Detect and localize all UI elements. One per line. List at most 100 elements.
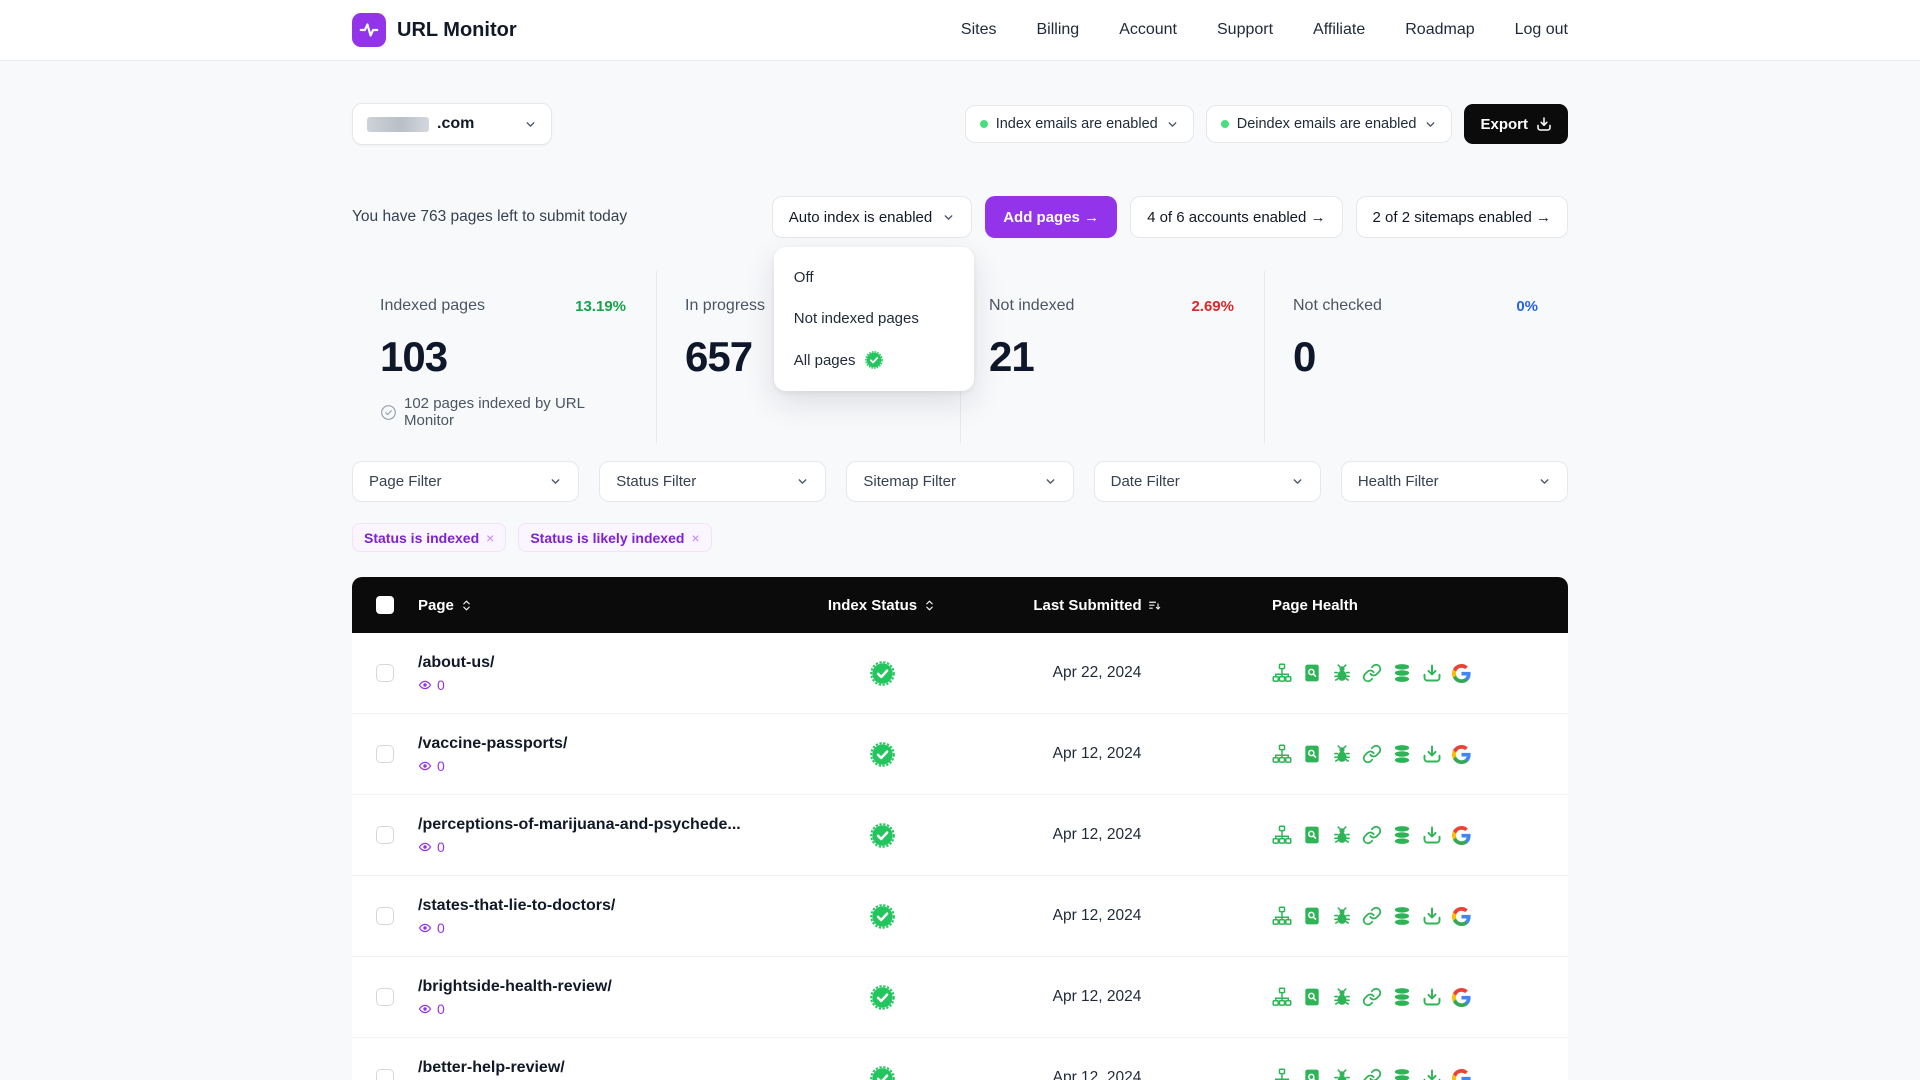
database-icon[interactable]	[1392, 987, 1412, 1007]
page-audit-icon[interactable]	[1302, 744, 1322, 764]
accounts-enabled-button[interactable]: 4 of 6 accounts enabled →	[1130, 196, 1343, 238]
link-icon[interactable]	[1362, 906, 1382, 926]
chip-status-likely-indexed[interactable]: Status is likely indexed ×	[518, 523, 712, 552]
page-audit-icon[interactable]	[1302, 663, 1322, 683]
chip-status-indexed[interactable]: Status is indexed ×	[352, 523, 507, 552]
select-all-checkbox[interactable]	[376, 596, 394, 614]
page-url-link[interactable]: /states-that-lie-to-doctors/	[418, 897, 812, 915]
health-filter-dropdown[interactable]: Health Filter	[1340, 461, 1569, 502]
status-filter-dropdown[interactable]: Status Filter	[599, 461, 827, 502]
database-icon[interactable]	[1392, 906, 1412, 926]
link-icon[interactable]	[1362, 744, 1382, 764]
row-checkbox[interactable]	[376, 907, 394, 925]
page-views: 0	[418, 677, 812, 693]
sitemap-icon[interactable]	[1272, 906, 1292, 926]
last-submitted-date: Apr 22, 2024	[1052, 664, 1142, 681]
google-icon[interactable]	[1452, 664, 1471, 683]
sort-descending-icon[interactable]	[1148, 599, 1161, 612]
sitemap-filter-dropdown[interactable]: Sitemap Filter	[846, 461, 1074, 502]
remove-filter-icon[interactable]: ×	[691, 530, 699, 546]
crawler-bug-icon[interactable]	[1332, 663, 1352, 683]
nav-item-sites[interactable]: Sites	[961, 21, 997, 39]
export-button[interactable]: Export	[1464, 104, 1568, 144]
page-audit-icon[interactable]	[1302, 906, 1322, 926]
sitemap-icon[interactable]	[1272, 663, 1292, 683]
page-audit-icon[interactable]	[1302, 987, 1322, 1007]
deindex-emails-dropdown[interactable]: Deindex emails are enabled	[1205, 105, 1453, 143]
column-index-status[interactable]: Index Status	[812, 597, 952, 614]
sitemap-icon[interactable]	[1272, 1068, 1292, 1080]
date-filter-dropdown[interactable]: Date Filter	[1093, 461, 1321, 502]
link-icon[interactable]	[1362, 987, 1382, 1007]
nav-item-roadmap[interactable]: Roadmap	[1405, 21, 1474, 39]
crawler-bug-icon[interactable]	[1332, 1068, 1352, 1080]
crawler-bug-icon[interactable]	[1332, 744, 1352, 764]
nav-item-support[interactable]: Support	[1217, 21, 1273, 39]
table-row: /vaccine-passports/ 0 Apr 12, 2024	[352, 714, 1568, 795]
crawler-bug-icon[interactable]	[1332, 825, 1352, 845]
menu-item-all-pages[interactable]: All pages	[774, 339, 974, 381]
crawler-bug-icon[interactable]	[1332, 906, 1352, 926]
sitemap-icon[interactable]	[1272, 987, 1292, 1007]
page-audit-icon[interactable]	[1302, 825, 1322, 845]
page-url-link[interactable]: /perceptions-of-marijuana-and-psychede..…	[418, 816, 812, 834]
site-selector-dropdown[interactable]: .com	[352, 103, 552, 145]
google-icon[interactable]	[1452, 1069, 1471, 1080]
link-icon[interactable]	[1362, 1068, 1382, 1080]
google-icon[interactable]	[1452, 826, 1471, 845]
row-checkbox[interactable]	[376, 1069, 394, 1080]
auto-index-dropdown[interactable]: Auto index is enabled	[771, 196, 973, 238]
page-url-link[interactable]: /brightside-health-review/	[418, 978, 812, 996]
page-url-link[interactable]: /better-help-review/	[418, 1059, 812, 1077]
menu-item-off[interactable]: Off	[774, 257, 974, 298]
app-logo[interactable]: URL Monitor	[352, 13, 517, 47]
google-icon[interactable]	[1452, 988, 1471, 1007]
page-filter-dropdown[interactable]: Page Filter	[352, 461, 580, 502]
table-body: /about-us/ 0 Apr 22, 2024 /vaccine-passp…	[352, 633, 1568, 1080]
chevron-down-icon	[796, 475, 809, 488]
page-url-link[interactable]: /vaccine-passports/	[418, 735, 812, 753]
add-pages-button[interactable]: Add pages →	[985, 196, 1118, 238]
indexed-by-monitor-note: 102 pages indexed by URL Monitor	[380, 395, 626, 429]
page-audit-icon[interactable]	[1302, 1068, 1322, 1080]
database-icon[interactable]	[1392, 744, 1412, 764]
last-submitted-date: Apr 12, 2024	[1052, 907, 1142, 924]
crawler-bug-icon[interactable]	[1332, 987, 1352, 1007]
download-icon	[1536, 116, 1552, 132]
link-icon[interactable]	[1362, 825, 1382, 845]
download-icon[interactable]	[1422, 744, 1442, 764]
nav-item-logout[interactable]: Log out	[1515, 21, 1568, 39]
row-checkbox[interactable]	[376, 826, 394, 844]
google-icon[interactable]	[1452, 745, 1471, 764]
database-icon[interactable]	[1392, 825, 1412, 845]
sitemaps-enabled-button[interactable]: 2 of 2 sitemaps enabled →	[1355, 196, 1568, 238]
last-submitted-date: Apr 12, 2024	[1052, 1069, 1142, 1080]
nav-item-affiliate[interactable]: Affiliate	[1313, 21, 1365, 39]
row-checkbox[interactable]	[376, 664, 394, 682]
link-icon[interactable]	[1362, 663, 1382, 683]
sitemap-icon[interactable]	[1272, 744, 1292, 764]
download-icon[interactable]	[1422, 825, 1442, 845]
google-icon[interactable]	[1452, 907, 1471, 926]
download-icon[interactable]	[1422, 906, 1442, 926]
sitemap-icon[interactable]	[1272, 825, 1292, 845]
menu-item-not-indexed-pages[interactable]: Not indexed pages	[774, 298, 974, 339]
download-icon[interactable]	[1422, 987, 1442, 1007]
download-icon[interactable]	[1422, 1068, 1442, 1080]
column-last-submitted[interactable]: Last Submitted	[952, 597, 1242, 614]
nav-item-billing[interactable]: Billing	[1037, 21, 1080, 39]
nav-item-account[interactable]: Account	[1119, 21, 1177, 39]
sort-icon[interactable]	[460, 599, 473, 612]
row-checkbox[interactable]	[376, 988, 394, 1006]
download-icon[interactable]	[1422, 663, 1442, 683]
sort-icon[interactable]	[923, 599, 936, 612]
index-emails-dropdown[interactable]: Index emails are enabled	[964, 105, 1194, 143]
views-count: 0	[437, 676, 445, 693]
remove-filter-icon[interactable]: ×	[486, 530, 494, 546]
database-icon[interactable]	[1392, 663, 1412, 683]
database-icon[interactable]	[1392, 1068, 1412, 1080]
row-checkbox[interactable]	[376, 745, 394, 763]
column-page[interactable]: Page	[418, 597, 812, 614]
export-label: Export	[1480, 115, 1528, 133]
page-url-link[interactable]: /about-us/	[418, 654, 812, 672]
